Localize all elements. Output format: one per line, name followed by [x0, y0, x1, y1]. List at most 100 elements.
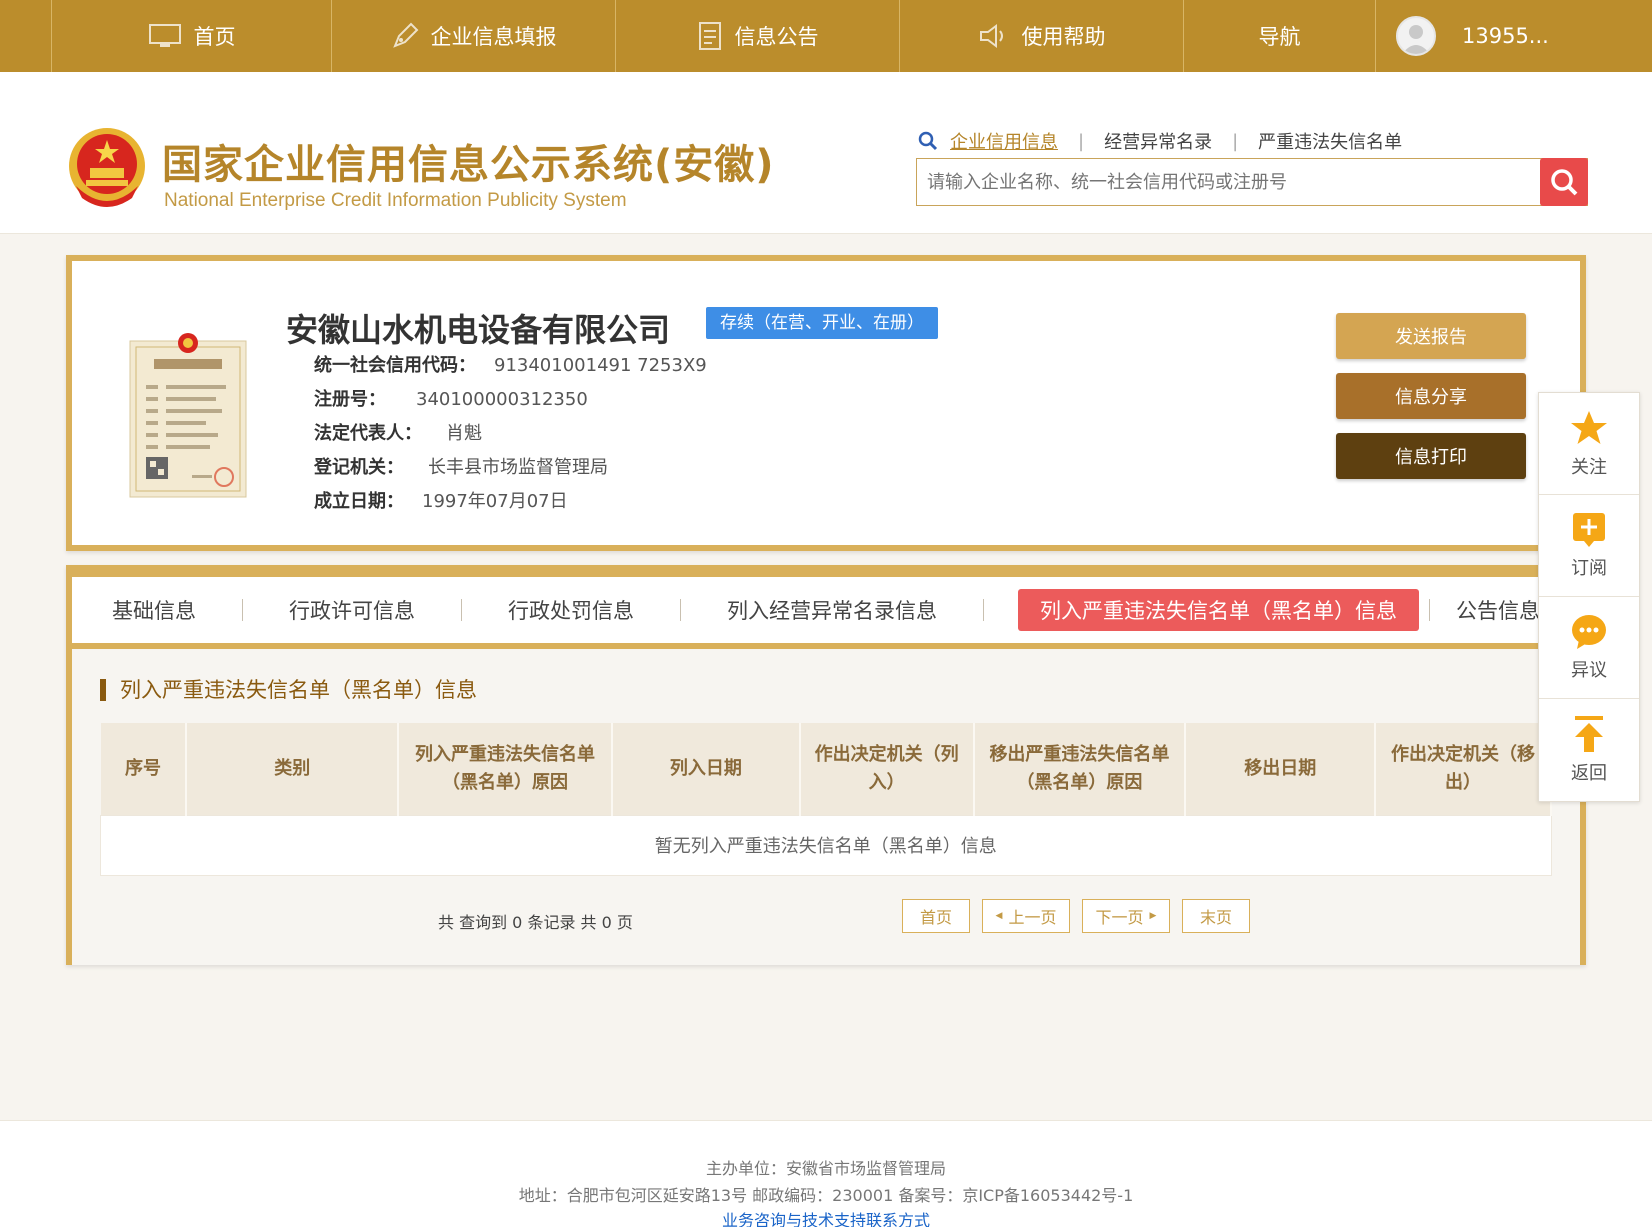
search-tab-divider: | [1078, 130, 1085, 152]
national-emblem-icon [66, 124, 148, 212]
empty-table-message: 暂无列入严重违法失信名单（黑名单）信息 [100, 814, 1552, 876]
table-header-cell: 移出日期 [1185, 723, 1377, 815]
table-header-cell: 类别 [186, 723, 400, 815]
follow-button[interactable]: 关注 [1539, 393, 1639, 495]
next-page-label: 下一页 [1095, 908, 1144, 927]
tab-divider [983, 599, 984, 621]
info-value: 肖魁 [446, 423, 482, 444]
info-row-registration-authority: 登记机关： 长丰县市场监督管理局 [314, 453, 608, 479]
arrow-up-icon [1573, 715, 1605, 753]
search-input[interactable] [917, 159, 1540, 205]
status-badge: 存续（在营、开业、在册） [706, 307, 938, 339]
site-title: 国家企业信用信息公示系统(安徽) [162, 142, 775, 188]
info-tab-panel: 基础信息 行政许可信息 行政处罚信息 列入经营异常名录信息 列入严重违法失信名单… [66, 565, 1586, 965]
subscribe-button[interactable]: 订阅 [1539, 495, 1639, 597]
nav-item-announcements[interactable]: 信息公告 [616, 0, 900, 72]
tab-divider [1429, 599, 1430, 621]
search-tab-abnormal[interactable]: 经营异常名录 [1104, 128, 1212, 154]
next-page-button[interactable]: 下一页 ▶ [1082, 899, 1170, 933]
table-header-cell: 作出决定机关（列入） [799, 723, 975, 815]
monitor-icon [148, 23, 182, 49]
nav-item-home[interactable]: 首页 [52, 0, 332, 72]
avatar [1396, 16, 1436, 56]
side-item-label: 关注 [1571, 456, 1607, 478]
blacklist-table: 序号 类别 列入严重违法失信名单（黑名单）原因 列入日期 作出决定机关（列入） … [100, 723, 1552, 876]
tab-divider [242, 599, 243, 621]
plus-square-icon [1572, 512, 1606, 548]
info-label: 注册号： [314, 389, 386, 410]
send-report-button[interactable]: 发送报告 [1336, 313, 1526, 359]
info-value: 长丰县市场监督管理局 [428, 457, 608, 478]
speaker-icon [978, 23, 1010, 49]
search-tab-divider: | [1232, 130, 1239, 152]
tab-admin-license[interactable]: 行政许可信息 [277, 589, 427, 631]
info-row-registration-no: 注册号： 340100000312350 [314, 385, 588, 411]
tab-divider [680, 599, 681, 621]
tab-basic-info[interactable]: 基础信息 [100, 589, 208, 631]
table-row: 暂无列入严重违法失信名单（黑名单）信息 [100, 814, 1552, 876]
footer-contact-link[interactable]: 业务咨询与技术支持联系方式 [0, 1207, 1652, 1227]
chevron-left-icon: ◀ [995, 911, 1003, 921]
side-item-label: 异议 [1571, 659, 1607, 681]
info-row-credit-code: 统一社会信用代码： 913401001491 7253X9 [314, 351, 707, 377]
prev-page-button[interactable]: ◀ 上一页 [982, 899, 1070, 933]
nav-item-label: 首页 [193, 25, 236, 49]
info-row-legal-rep: 法定代表人： 肖魁 [314, 419, 482, 445]
search-tab-blacklist[interactable]: 严重违法失信名单 [1258, 128, 1402, 154]
search-icon [918, 131, 938, 151]
pager-summary: 共 查询到 0 条记录 共 0 页 [438, 913, 633, 932]
nav-item-enterprise-report[interactable]: 企业信息填报 [332, 0, 616, 72]
star-icon [1569, 409, 1609, 447]
info-label: 登记机关： [314, 457, 404, 478]
back-to-top-button[interactable]: 返回 [1539, 699, 1639, 801]
footer-sponsor: 主办单位：安徽省市场监督管理局 [705, 1159, 946, 1178]
nav-item-navigation[interactable]: 导航 [1184, 0, 1376, 72]
footer-address: 地址：合肥市包河区延安路13号 邮政编码：230001 备案号：京ICP备160… [518, 1186, 1134, 1205]
last-page-button[interactable]: 末页 [1182, 899, 1250, 933]
first-page-button[interactable]: 首页 [902, 899, 970, 933]
search-type-tabs: 企业信用信息 | 经营异常名录 | 严重违法失信名单 [918, 128, 1402, 154]
nav-left-edge [0, 0, 52, 72]
chevron-right-icon: ▶ [1149, 911, 1157, 921]
pen-icon [391, 22, 419, 50]
nav-item-label: 信息公告 [734, 25, 819, 49]
tab-abnormal-list[interactable]: 列入经营异常名录信息 [715, 589, 949, 631]
user-phone: 13955... [1462, 24, 1549, 48]
table-header-cell: 序号 [100, 723, 188, 815]
business-license-icon[interactable] [128, 327, 248, 499]
table-header-cell: 列入日期 [611, 723, 801, 815]
search-icon [1549, 167, 1579, 197]
user-menu[interactable]: 13955... [1376, 0, 1652, 72]
print-info-button[interactable]: 信息打印 [1336, 433, 1526, 479]
info-label: 成立日期： [314, 491, 404, 512]
tab-announcements[interactable]: 公告信息 [1444, 589, 1552, 631]
table-header-cell: 作出决定机关（移出） [1375, 723, 1552, 815]
tab-divider [461, 599, 462, 621]
nav-item-help[interactable]: 使用帮助 [900, 0, 1184, 72]
tab-content: 列入严重违法失信名单（黑名单）信息 序号 类别 列入严重违法失信名单（黑名单）原… [72, 649, 1580, 965]
search-box [916, 158, 1588, 206]
site-header: 国家企业信用信息公示系统(安徽) National Enterprise Cre… [0, 72, 1652, 234]
search-button[interactable] [1540, 158, 1588, 206]
nav-item-label: 使用帮助 [1021, 25, 1106, 49]
info-value: 1997年07月07日 [422, 491, 568, 512]
company-name: 安徽山水机电设备有限公司 [286, 311, 671, 349]
info-row-established-date: 成立日期： 1997年07月07日 [314, 487, 568, 513]
nav-item-label: 导航 [1258, 25, 1301, 49]
search-tab-credit[interactable]: 企业信用信息 [950, 128, 1058, 154]
section-title: 列入严重违法失信名单（黑名单）信息 [100, 679, 477, 701]
table-header-cell: 移出严重违法失信名单（黑名单）原因 [973, 723, 1187, 815]
tab-admin-penalty[interactable]: 行政处罚信息 [496, 589, 646, 631]
top-navigation-bar: 首页 企业信息填报 信息公告 使用帮助 导航 13955... [0, 0, 1652, 72]
info-value: 913401001491 7253X9 [494, 355, 707, 376]
objection-button[interactable]: 异议 [1539, 597, 1639, 699]
share-info-button[interactable]: 信息分享 [1336, 373, 1526, 419]
company-card: 安徽山水机电设备有限公司 存续（在营、开业、在册） 统一社会信用代码： 91340… [66, 255, 1586, 551]
site-footer: 主办单位：安徽省市场监督管理局 地址：合肥市包河区延安路13号 邮政编码：230… [0, 1120, 1652, 1227]
chat-bubble-icon [1571, 614, 1607, 650]
document-icon [697, 21, 723, 51]
tab-blacklist[interactable]: 列入严重违法失信名单（黑名单）信息 [1018, 589, 1419, 631]
nav-item-label: 企业信息填报 [430, 25, 557, 49]
info-label: 统一社会信用代码： [314, 355, 476, 376]
info-label: 法定代表人： [314, 423, 422, 444]
